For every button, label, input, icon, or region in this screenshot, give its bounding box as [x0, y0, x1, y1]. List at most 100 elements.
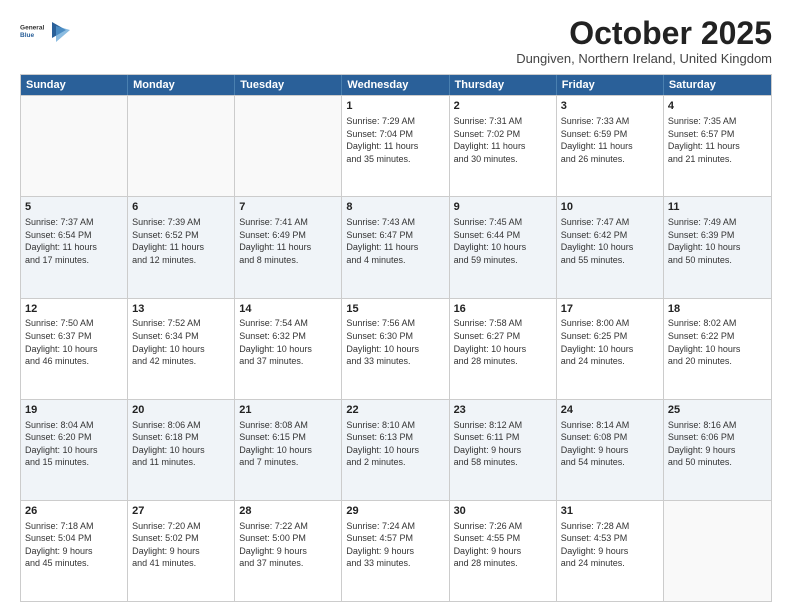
- day-number: 22: [346, 403, 444, 418]
- month-title: October 2025: [516, 16, 772, 51]
- day-info: Sunrise: 7:22 AM Sunset: 5:00 PM Dayligh…: [239, 520, 337, 570]
- calendar-cell: 17Sunrise: 8:00 AM Sunset: 6:25 PM Dayli…: [557, 299, 664, 399]
- day-info: Sunrise: 7:45 AM Sunset: 6:44 PM Dayligh…: [454, 216, 552, 266]
- day-info: Sunrise: 8:00 AM Sunset: 6:25 PM Dayligh…: [561, 317, 659, 367]
- day-info: Sunrise: 7:18 AM Sunset: 5:04 PM Dayligh…: [25, 520, 123, 570]
- calendar-cell: 24Sunrise: 8:14 AM Sunset: 6:08 PM Dayli…: [557, 400, 664, 500]
- calendar-cell: 31Sunrise: 7:28 AM Sunset: 4:53 PM Dayli…: [557, 501, 664, 601]
- day-number: 9: [454, 200, 552, 215]
- calendar-body: 1Sunrise: 7:29 AM Sunset: 7:04 PM Daylig…: [21, 95, 771, 601]
- day-number: 24: [561, 403, 659, 418]
- day-info: Sunrise: 7:20 AM Sunset: 5:02 PM Dayligh…: [132, 520, 230, 570]
- calendar-cell: 7Sunrise: 7:41 AM Sunset: 6:49 PM Daylig…: [235, 197, 342, 297]
- calendar-cell: 1Sunrise: 7:29 AM Sunset: 7:04 PM Daylig…: [342, 96, 449, 196]
- calendar-cell-empty: [664, 501, 771, 601]
- calendar-cell: 16Sunrise: 7:58 AM Sunset: 6:27 PM Dayli…: [450, 299, 557, 399]
- day-info: Sunrise: 7:26 AM Sunset: 4:55 PM Dayligh…: [454, 520, 552, 570]
- day-info: Sunrise: 7:35 AM Sunset: 6:57 PM Dayligh…: [668, 115, 767, 165]
- calendar-week: 5Sunrise: 7:37 AM Sunset: 6:54 PM Daylig…: [21, 196, 771, 297]
- day-info: Sunrise: 7:24 AM Sunset: 4:57 PM Dayligh…: [346, 520, 444, 570]
- day-number: 14: [239, 302, 337, 317]
- day-number: 16: [454, 302, 552, 317]
- calendar-cell: 9Sunrise: 7:45 AM Sunset: 6:44 PM Daylig…: [450, 197, 557, 297]
- calendar-cell: 3Sunrise: 7:33 AM Sunset: 6:59 PM Daylig…: [557, 96, 664, 196]
- day-number: 2: [454, 99, 552, 114]
- calendar-cell: 27Sunrise: 7:20 AM Sunset: 5:02 PM Dayli…: [128, 501, 235, 601]
- logo-arrow-icon: [52, 20, 70, 42]
- calendar-cell: 18Sunrise: 8:02 AM Sunset: 6:22 PM Dayli…: [664, 299, 771, 399]
- calendar-week: 26Sunrise: 7:18 AM Sunset: 5:04 PM Dayli…: [21, 500, 771, 601]
- calendar-cell: 22Sunrise: 8:10 AM Sunset: 6:13 PM Dayli…: [342, 400, 449, 500]
- day-number: 28: [239, 504, 337, 519]
- day-number: 10: [561, 200, 659, 215]
- day-info: Sunrise: 7:50 AM Sunset: 6:37 PM Dayligh…: [25, 317, 123, 367]
- day-number: 8: [346, 200, 444, 215]
- calendar-header-cell: Wednesday: [342, 75, 449, 95]
- day-number: 11: [668, 200, 767, 215]
- calendar: SundayMondayTuesdayWednesdayThursdayFrid…: [20, 74, 772, 602]
- calendar-header-cell: Monday: [128, 75, 235, 95]
- day-number: 4: [668, 99, 767, 114]
- day-info: Sunrise: 8:16 AM Sunset: 6:06 PM Dayligh…: [668, 419, 767, 469]
- day-number: 23: [454, 403, 552, 418]
- day-info: Sunrise: 8:02 AM Sunset: 6:22 PM Dayligh…: [668, 317, 767, 367]
- logo: General Blue: [20, 16, 70, 46]
- calendar-cell: 8Sunrise: 7:43 AM Sunset: 6:47 PM Daylig…: [342, 197, 449, 297]
- day-number: 31: [561, 504, 659, 519]
- logo-svg: General Blue: [20, 16, 48, 46]
- calendar-cell: 30Sunrise: 7:26 AM Sunset: 4:55 PM Dayli…: [450, 501, 557, 601]
- day-number: 15: [346, 302, 444, 317]
- calendar-cell: 28Sunrise: 7:22 AM Sunset: 5:00 PM Dayli…: [235, 501, 342, 601]
- calendar-cell: 5Sunrise: 7:37 AM Sunset: 6:54 PM Daylig…: [21, 197, 128, 297]
- day-info: Sunrise: 7:43 AM Sunset: 6:47 PM Dayligh…: [346, 216, 444, 266]
- day-info: Sunrise: 7:41 AM Sunset: 6:49 PM Dayligh…: [239, 216, 337, 266]
- calendar-cell: 13Sunrise: 7:52 AM Sunset: 6:34 PM Dayli…: [128, 299, 235, 399]
- calendar-cell: 25Sunrise: 8:16 AM Sunset: 6:06 PM Dayli…: [664, 400, 771, 500]
- day-info: Sunrise: 8:08 AM Sunset: 6:15 PM Dayligh…: [239, 419, 337, 469]
- day-number: 13: [132, 302, 230, 317]
- location: Dungiven, Northern Ireland, United Kingd…: [516, 51, 772, 66]
- calendar-cell: 20Sunrise: 8:06 AM Sunset: 6:18 PM Dayli…: [128, 400, 235, 500]
- day-info: Sunrise: 8:06 AM Sunset: 6:18 PM Dayligh…: [132, 419, 230, 469]
- calendar-cell: 12Sunrise: 7:50 AM Sunset: 6:37 PM Dayli…: [21, 299, 128, 399]
- calendar-header-cell: Saturday: [664, 75, 771, 95]
- day-info: Sunrise: 7:47 AM Sunset: 6:42 PM Dayligh…: [561, 216, 659, 266]
- day-info: Sunrise: 8:12 AM Sunset: 6:11 PM Dayligh…: [454, 419, 552, 469]
- calendar-cell-empty: [21, 96, 128, 196]
- day-info: Sunrise: 8:10 AM Sunset: 6:13 PM Dayligh…: [346, 419, 444, 469]
- calendar-cell: 23Sunrise: 8:12 AM Sunset: 6:11 PM Dayli…: [450, 400, 557, 500]
- title-block: October 2025 Dungiven, Northern Ireland,…: [516, 16, 772, 66]
- day-info: Sunrise: 7:29 AM Sunset: 7:04 PM Dayligh…: [346, 115, 444, 165]
- calendar-header-cell: Sunday: [21, 75, 128, 95]
- day-info: Sunrise: 7:31 AM Sunset: 7:02 PM Dayligh…: [454, 115, 552, 165]
- calendar-cell: 2Sunrise: 7:31 AM Sunset: 7:02 PM Daylig…: [450, 96, 557, 196]
- day-info: Sunrise: 7:52 AM Sunset: 6:34 PM Dayligh…: [132, 317, 230, 367]
- calendar-cell: 11Sunrise: 7:49 AM Sunset: 6:39 PM Dayli…: [664, 197, 771, 297]
- day-number: 6: [132, 200, 230, 215]
- calendar-week: 12Sunrise: 7:50 AM Sunset: 6:37 PM Dayli…: [21, 298, 771, 399]
- day-number: 7: [239, 200, 337, 215]
- calendar-week: 1Sunrise: 7:29 AM Sunset: 7:04 PM Daylig…: [21, 95, 771, 196]
- day-info: Sunrise: 7:54 AM Sunset: 6:32 PM Dayligh…: [239, 317, 337, 367]
- day-info: Sunrise: 8:14 AM Sunset: 6:08 PM Dayligh…: [561, 419, 659, 469]
- calendar-cell: 19Sunrise: 8:04 AM Sunset: 6:20 PM Dayli…: [21, 400, 128, 500]
- calendar-cell: 6Sunrise: 7:39 AM Sunset: 6:52 PM Daylig…: [128, 197, 235, 297]
- day-number: 27: [132, 504, 230, 519]
- day-number: 18: [668, 302, 767, 317]
- day-number: 26: [25, 504, 123, 519]
- day-info: Sunrise: 7:28 AM Sunset: 4:53 PM Dayligh…: [561, 520, 659, 570]
- calendar-cell: 14Sunrise: 7:54 AM Sunset: 6:32 PM Dayli…: [235, 299, 342, 399]
- svg-text:General: General: [20, 25, 44, 32]
- calendar-cell: 15Sunrise: 7:56 AM Sunset: 6:30 PM Dayli…: [342, 299, 449, 399]
- calendar-cell: 26Sunrise: 7:18 AM Sunset: 5:04 PM Dayli…: [21, 501, 128, 601]
- day-number: 12: [25, 302, 123, 317]
- calendar-cell: 21Sunrise: 8:08 AM Sunset: 6:15 PM Dayli…: [235, 400, 342, 500]
- calendar-cell: 29Sunrise: 7:24 AM Sunset: 4:57 PM Dayli…: [342, 501, 449, 601]
- day-info: Sunrise: 7:58 AM Sunset: 6:27 PM Dayligh…: [454, 317, 552, 367]
- day-number: 20: [132, 403, 230, 418]
- day-info: Sunrise: 7:33 AM Sunset: 6:59 PM Dayligh…: [561, 115, 659, 165]
- day-info: Sunrise: 7:39 AM Sunset: 6:52 PM Dayligh…: [132, 216, 230, 266]
- day-number: 3: [561, 99, 659, 114]
- calendar-header-cell: Thursday: [450, 75, 557, 95]
- calendar-header-cell: Friday: [557, 75, 664, 95]
